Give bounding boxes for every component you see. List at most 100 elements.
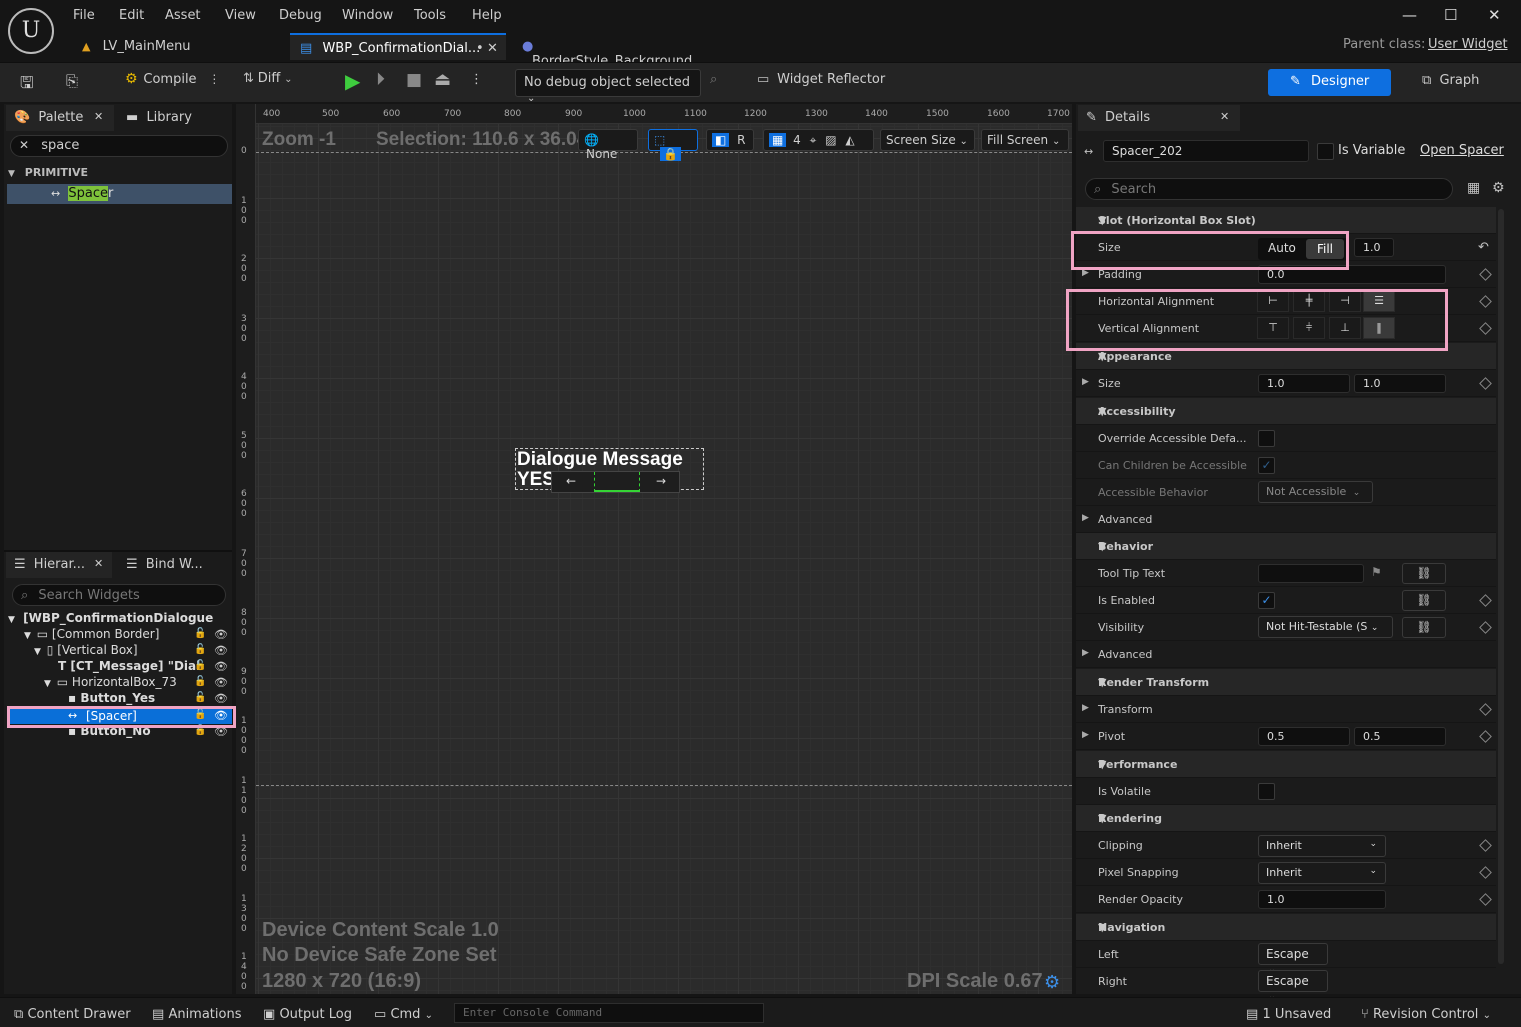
close-tab-icon[interactable]: ✕ — [94, 110, 103, 123]
keyframe-diamond-icon[interactable] — [1479, 839, 1492, 852]
tab-hierarchy[interactable]: ☰ Hierar... ✕ — [6, 552, 112, 578]
caret-right-icon[interactable]: ▶ — [1082, 377, 1089, 387]
nav-right-dropdown[interactable]: Escape ⌄ — [1258, 970, 1328, 1002]
close-window-icon[interactable]: ✕ — [1488, 6, 1501, 24]
eye-icon[interactable]: 👁 — [214, 725, 228, 738]
eye-icon[interactable]: 👁 — [214, 644, 228, 657]
align-left-icon[interactable]: ⊢ — [1257, 290, 1289, 312]
lock-icon[interactable]: 🔓 — [194, 676, 206, 687]
flag-icon[interactable]: ⚑ — [1371, 565, 1382, 579]
find-debug-icon[interactable]: ⌕ — [710, 72, 717, 87]
keyframe-diamond-icon[interactable] — [1479, 866, 1492, 879]
output-log-button[interactable]: ▣ Output Log — [263, 1007, 352, 1022]
size-fill-option[interactable]: Fill — [1306, 239, 1344, 259]
menu-view[interactable]: View — [225, 8, 256, 23]
align-center-icon[interactable]: ╪ — [1293, 290, 1325, 312]
override-accessible-checkbox[interactable] — [1258, 430, 1275, 447]
keyframe-diamond-icon[interactable] — [1479, 703, 1492, 716]
align-top-icon[interactable]: ⊤ — [1257, 317, 1289, 339]
cmd-dropdown[interactable]: ▭ Cmd ⌄ — [374, 1007, 433, 1022]
diff-button[interactable]: ⇅ Diff ⌄ — [243, 71, 293, 86]
align-middle-icon[interactable]: ⫩ — [1293, 317, 1325, 339]
close-tab-icon[interactable]: ✕ — [487, 41, 498, 56]
play-icon[interactable]: ▶ — [345, 69, 360, 93]
keyframe-diamond-icon[interactable] — [1479, 621, 1492, 634]
eject-icon[interactable]: ⏏ — [434, 69, 451, 90]
section-accessibility[interactable]: ▼ Accessibility — [1076, 398, 1496, 425]
size-value-input[interactable]: 1.0 — [1354, 238, 1394, 257]
arrow-right-icon[interactable]: → — [656, 474, 666, 488]
lock-icon[interactable]: 🔓 — [194, 660, 206, 671]
align-fill-horizontal-icon[interactable]: ☰ — [1363, 290, 1395, 312]
section-appearance[interactable]: ▼ Appearance — [1076, 343, 1496, 370]
pivot-x-input[interactable]: 0.5 — [1258, 727, 1350, 746]
tree-row-common-border[interactable]: ▼ ▭ [Common Border] — [24, 627, 159, 643]
lock-icon[interactable]: 🔓 — [194, 725, 206, 736]
play-options-icon[interactable]: ⋮ — [470, 72, 483, 87]
tree-row-ct-message[interactable]: T [CT_Message] "Dial — [58, 659, 200, 675]
palette-category-primitive[interactable]: ▼ PRIMITIVE — [8, 166, 232, 182]
compile-options-icon[interactable]: ⋮ — [208, 72, 220, 86]
eye-icon[interactable]: 👁 — [214, 628, 228, 641]
tree-row-horizontal-box[interactable]: ▼ ▭ HorizontalBox_73 — [44, 675, 177, 691]
caret-right-icon[interactable]: ▶ — [1082, 703, 1089, 713]
reset-icon[interactable]: ↶ — [1478, 240, 1489, 255]
row-advanced-behavior[interactable]: ▶ Advanced — [1076, 641, 1496, 668]
size-x-input[interactable]: 1.0 — [1258, 374, 1350, 393]
console-command-input[interactable]: Enter Console Command — [454, 1003, 764, 1023]
dialog-widget-preview[interactable]: Dialogue Message YES ← → — [515, 448, 704, 493]
menu-edit[interactable]: Edit — [119, 8, 144, 23]
section-render-transform[interactable]: ▼ Render Transform — [1076, 669, 1496, 696]
fill-screen-dropdown[interactable]: Fill Screen ⌄ — [981, 129, 1069, 151]
keyframe-diamond-icon[interactable] — [1479, 893, 1492, 906]
align-right-icon[interactable]: ⊣ — [1329, 290, 1361, 312]
palette-item-spacer[interactable]: ↔ Spacer — [7, 184, 232, 204]
grid-snap-button[interactable]: ▦ 4 ⌖ ▨ ◭ — [763, 129, 874, 151]
eye-icon[interactable]: 👁 — [214, 660, 228, 673]
details-search-input[interactable]: ⌕ Search — [1085, 178, 1453, 200]
save-icon[interactable]: 🖫 — [20, 72, 34, 99]
menu-asset[interactable]: Asset — [165, 8, 201, 23]
tab-lv-mainmenu[interactable]: ▲ LV_MainMenu — [72, 33, 282, 60]
tab-borderstyle[interactable]: ● BorderStyle_Background — [512, 33, 712, 69]
bind-link-icon[interactable]: ⛓ — [1402, 590, 1446, 611]
tree-row-button-no[interactable]: ▪ Button_No — [68, 724, 151, 740]
nav-left-dropdown[interactable]: Escape ⌄ — [1258, 943, 1328, 975]
unsaved-button[interactable]: ▤ 1 Unsaved — [1246, 1007, 1331, 1022]
keyframe-diamond-icon[interactable] — [1479, 730, 1492, 743]
maximize-icon[interactable]: ☐ — [1444, 6, 1457, 24]
size-auto-option[interactable]: Auto — [1268, 241, 1296, 255]
eye-icon[interactable]: 👁 — [214, 692, 228, 705]
content-drawer-button[interactable]: ⧉ Content Drawer — [14, 1007, 131, 1022]
hierarchy-search-input[interactable]: ⌕ Search Widgets — [12, 584, 226, 606]
section-rendering[interactable]: ▼ Rendering — [1076, 805, 1496, 832]
section-behavior[interactable]: ▼ Behavior — [1076, 533, 1496, 560]
widget-reflector-button[interactable]: ▭ Widget Reflector — [757, 72, 885, 87]
caret-right-icon[interactable]: ▶ — [1082, 730, 1089, 740]
canvas-grid[interactable] — [256, 124, 1072, 994]
size-y-input[interactable]: 1.0 — [1354, 374, 1446, 393]
menu-file[interactable]: File — [73, 8, 95, 23]
animations-button[interactable]: ▤ Animations — [152, 1007, 242, 1022]
is-variable-checkbox[interactable] — [1317, 143, 1334, 160]
bind-link-icon[interactable]: ⛓ — [1402, 563, 1446, 584]
close-tab-icon[interactable]: ✕ — [94, 557, 103, 570]
padding-input[interactable]: 0.0 — [1258, 265, 1446, 284]
graph-button[interactable]: ⧉ Graph — [1422, 73, 1479, 88]
spacer-preview[interactable] — [594, 472, 640, 492]
keyframe-diamond-icon[interactable] — [1479, 295, 1492, 308]
tree-row-root[interactable]: ▼ [WBP_ConfirmationDialogue — [8, 611, 213, 627]
lock-icon[interactable]: 🔓 — [194, 709, 206, 720]
pixel-snapping-dropdown[interactable]: Inherit ⌄ — [1258, 862, 1386, 884]
menu-tools[interactable]: Tools — [414, 8, 446, 23]
section-slot[interactable]: ▼ Slot (Horizontal Box Slot) — [1076, 207, 1496, 234]
tree-row-vertical-box[interactable]: ▼ ▯ [Vertical Box] — [34, 643, 138, 659]
keyframe-diamond-icon[interactable] — [1479, 377, 1492, 390]
keyframe-diamond-icon[interactable] — [1479, 594, 1492, 607]
menu-debug[interactable]: Debug — [279, 8, 322, 23]
section-navigation[interactable]: ▼ Navigation — [1076, 914, 1496, 941]
visibility-dropdown[interactable]: Not Hit-Testable (S ⌄ — [1258, 616, 1393, 638]
widget-name-input[interactable]: Spacer_202 — [1103, 140, 1309, 162]
clipping-dropdown[interactable]: Inherit ⌄ — [1258, 835, 1386, 857]
stop-icon[interactable]: ■ — [406, 70, 422, 90]
